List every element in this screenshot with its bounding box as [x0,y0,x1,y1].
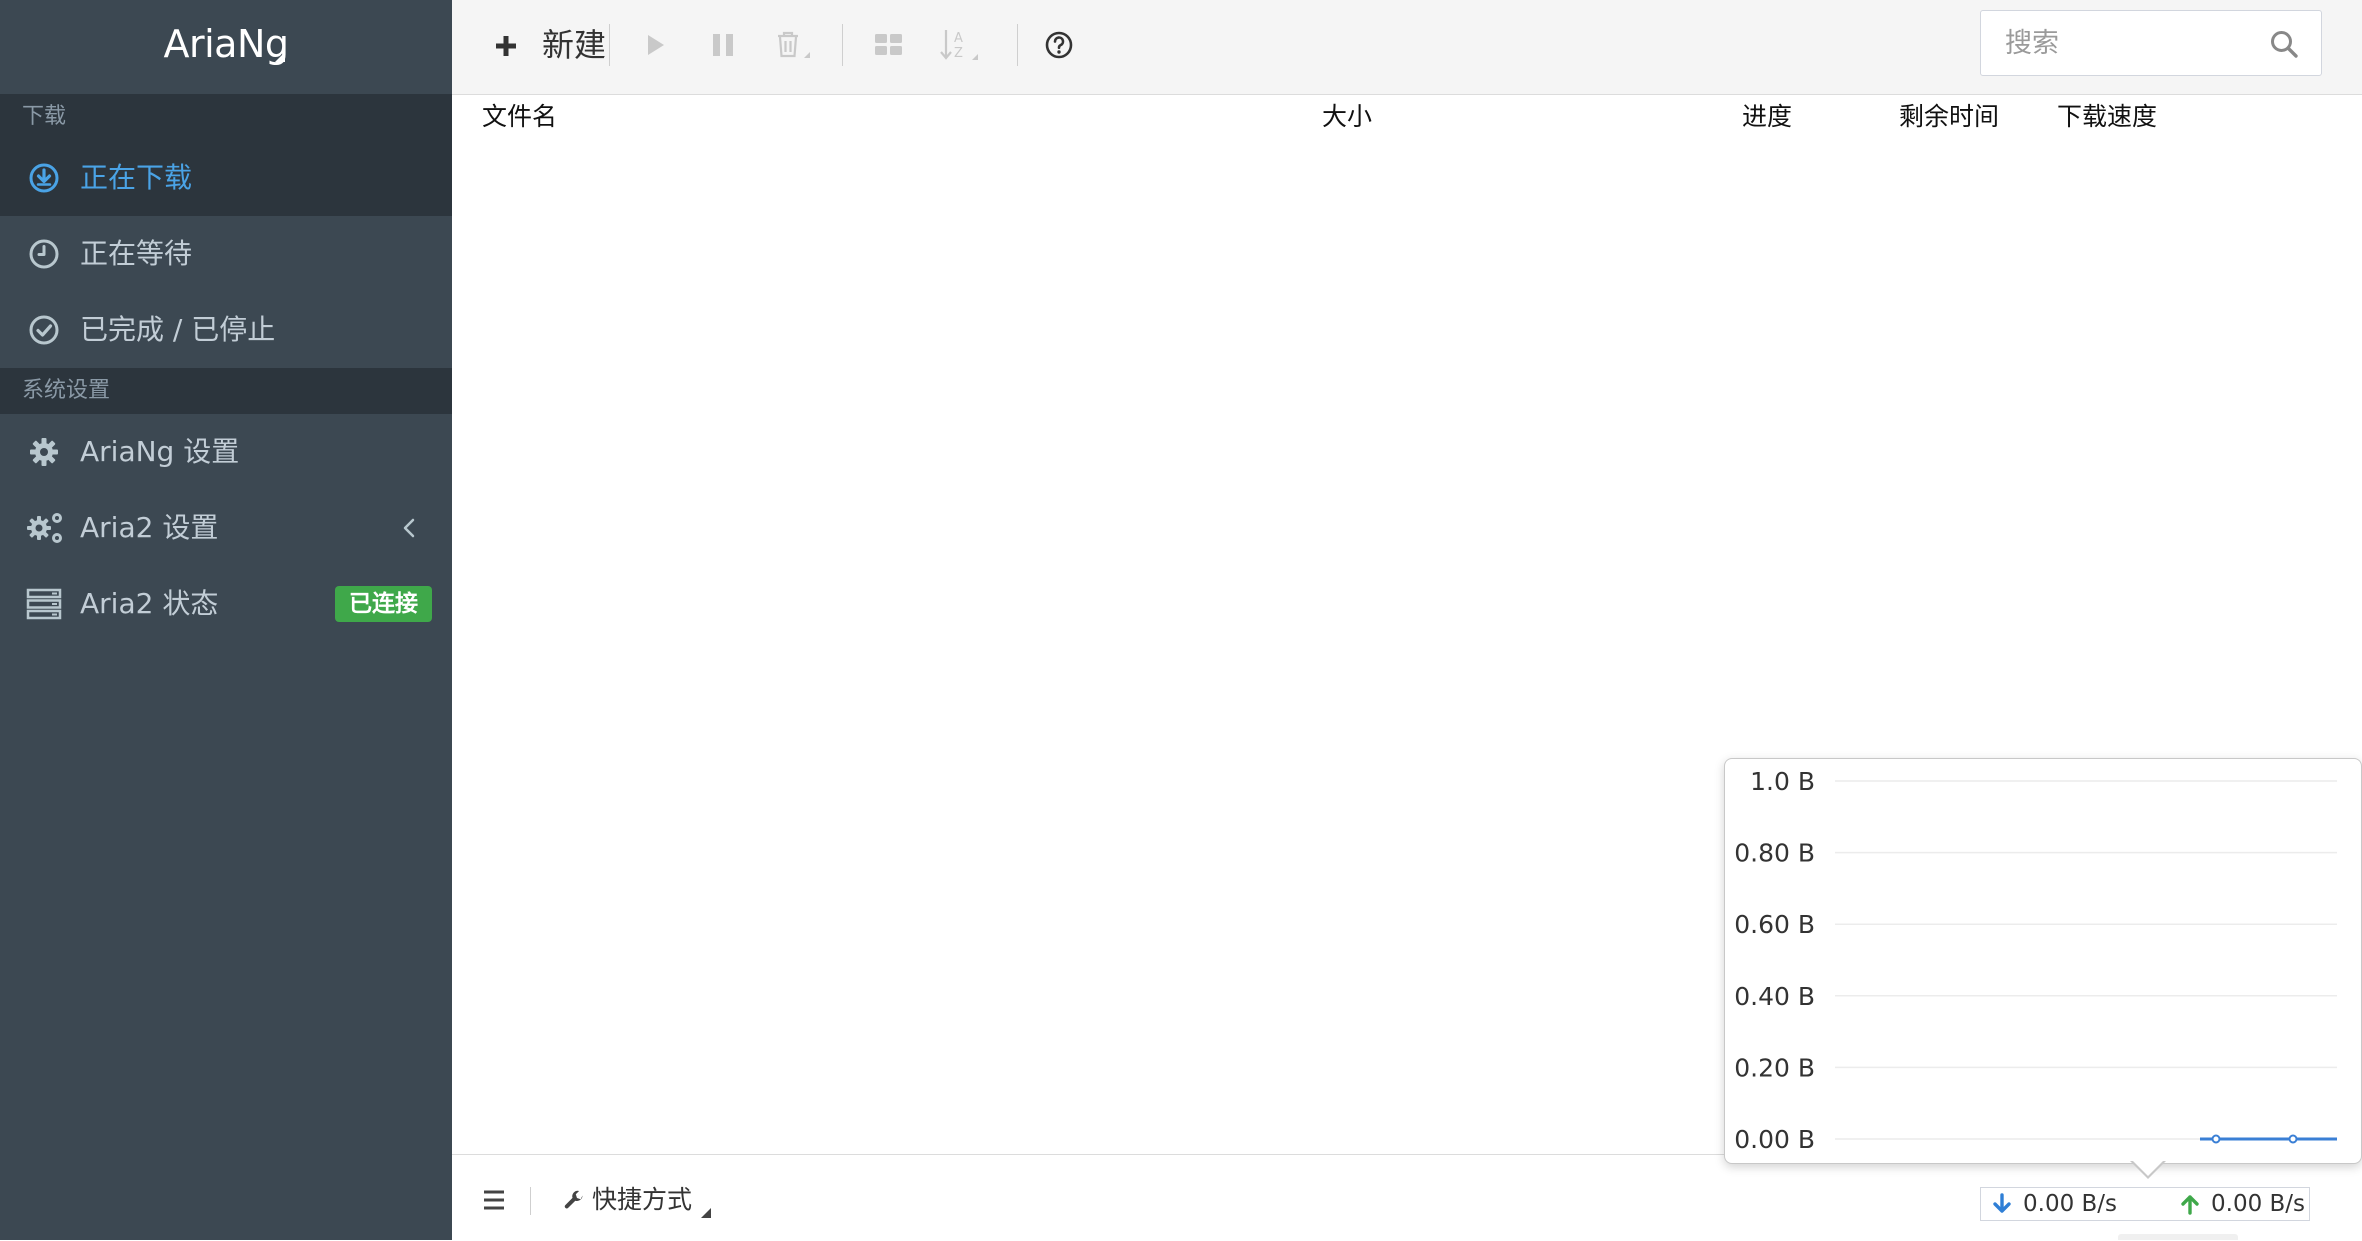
speed-data-point [2288,1134,2298,1144]
sidebar-item-waiting[interactable]: 正在等待 [0,216,452,292]
shortcuts-button[interactable]: 快捷方式 [558,1177,711,1223]
speed-chart-popover: 1.0 B 0.80 B 0.60 B 0.40 B 0.20 B 0.00 B [1724,758,2362,1164]
toolbar-divider [1017,24,1018,66]
column-header-filename[interactable]: 文件名 [482,95,557,139]
status-badge: 已连接 [335,586,432,622]
gears-icon [27,513,62,543]
chevron-left-icon[interactable] [396,514,424,542]
help-icon[interactable] [1036,22,1082,68]
svg-text:Z: Z [954,46,963,61]
app-logo[interactable]: AriaNg [0,17,452,71]
sidebar-item-label: AriaNg 设置 [80,435,240,468]
sidebar-item-aria2-status[interactable]: Aria2 状态 已连接 [0,566,452,642]
svg-text:A: A [954,31,963,46]
sidebar-item-stopped[interactable]: 已完成 / 已停止 [0,292,452,368]
sidebar-item-label: Aria2 状态 [80,587,219,620]
sidebar: AriaNg 下载 正在下载 正在等待 已完成 / 已停止 系统设置 AriaN… [0,0,452,1240]
plus-icon [496,36,516,56]
y-tick-label: 0.40 B [1734,982,1815,1011]
search-input[interactable] [1981,11,2261,75]
sidebar-item-label: 正在等待 [80,237,193,270]
section-header-download: 下载 [0,94,452,140]
sidebar-item-label: 已完成 / 已停止 [80,313,276,346]
y-tick-label: 0.00 B [1734,1125,1815,1154]
column-header-download-speed[interactable]: 下载速度 [2057,95,2157,139]
toolbar-divider [842,24,843,66]
brand-header[interactable]: AriaNg [0,0,452,95]
trash-icon[interactable] [766,22,822,68]
y-tick-label: 0.60 B [1734,910,1815,939]
search-box [1980,10,2322,76]
caret-icon [701,1208,711,1218]
y-tick-label: 0.80 B [1734,839,1815,868]
footer-handle [2118,1234,2238,1240]
pause-icon[interactable] [700,22,746,68]
new-task-button[interactable]: 新建 [478,22,606,68]
popover-arrow-fill [2132,1160,2164,1176]
arrow-up-icon [2181,1195,2199,1215]
sidebar-item-downloading[interactable]: 正在下载 [0,140,452,216]
gear-icon [30,438,58,466]
upload-speed: 0.00 B/s [2211,1191,2306,1217]
toolbar-divider [609,24,610,66]
shortcuts-label: 快捷方式 [592,1185,693,1214]
clock-icon [29,239,59,269]
new-task-label: 新建 [542,26,607,64]
section-header-settings: 系统设置 [0,368,452,414]
server-icon [26,588,62,620]
task-table-header: 文件名 大小 进度 剩余时间 下载速度 [452,95,2362,139]
caret-icon [275,52,285,62]
sort-az-icon[interactable]: A Z [932,22,994,68]
play-icon[interactable] [632,22,678,68]
toolbar: 新建 A Z [452,0,2362,95]
menu-icon[interactable] [482,1189,506,1211]
y-tick-label: 0.20 B [1734,1053,1815,1082]
footer-divider [530,1187,531,1215]
sidebar-item-label: 正在下载 [80,161,193,194]
sidebar-item-aria2-settings[interactable]: Aria2 设置 [0,490,452,566]
search-icon[interactable] [2269,29,2299,59]
check-circle-icon [29,315,59,345]
column-header-remaining-time[interactable]: 剩余时间 [1899,95,1999,139]
column-header-size[interactable]: 大小 [1322,95,1372,139]
arrow-down-icon [1993,1193,2011,1213]
sidebar-item-ariang-settings[interactable]: AriaNg 设置 [0,414,452,490]
y-tick-label: 1.0 B [1750,767,1815,796]
download-speed: 0.00 B/s [2023,1191,2118,1217]
sidebar-item-label: Aria2 设置 [80,511,219,544]
wrench-icon [564,1190,583,1209]
global-speed-indicator[interactable]: 0.00 B/s 0.00 B/s [1980,1187,2310,1221]
grid-view-icon[interactable] [862,22,916,68]
speed-data-point [2211,1134,2221,1144]
speed-chart: 1.0 B 0.80 B 0.60 B 0.40 B 0.20 B 0.00 B [1734,767,2337,1154]
footer-bar: 快捷方式 0.00 B/s 0.00 B/s [452,1154,2362,1241]
column-header-progress[interactable]: 进度 [1742,95,1792,139]
download-circle-icon [29,163,59,193]
